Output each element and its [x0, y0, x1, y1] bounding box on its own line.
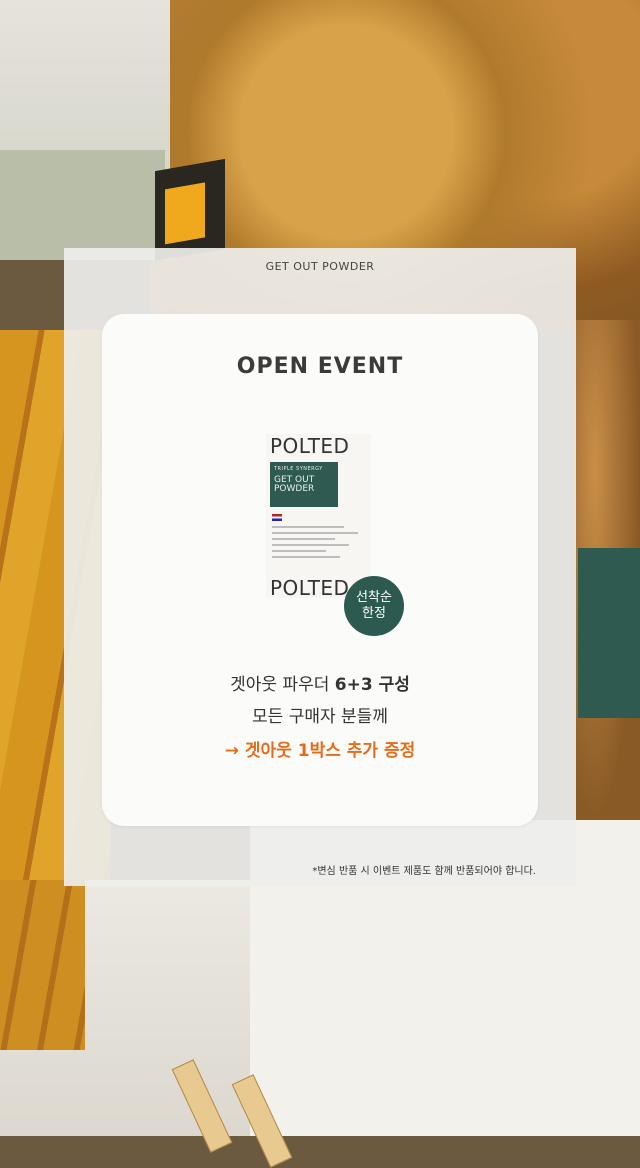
event-line-1: 겟아웃 파우더 6+3 구성 [102, 670, 538, 695]
event-title: OPEN EVENT [236, 354, 404, 379]
product-image: POLTED TRIPLE SYNERGY GET OUT POWDER POL… [266, 434, 371, 598]
product-brand-text: POLTED [270, 434, 350, 458]
flag-icon [272, 514, 282, 521]
product-fine-print [272, 526, 362, 562]
event-line-1-bold: 6+3 구성 [334, 675, 410, 695]
brand-label: GET OUT POWDER [265, 260, 375, 273]
fries-bottom-image [0, 880, 85, 1050]
product-label-small: TRIPLE SYNERGY [274, 466, 323, 472]
product-brand-bottom-text: POLTED [270, 576, 350, 598]
event-panel: GET OUT POWDER OPEN EVENT POLTED TRIPLE … [64, 248, 576, 886]
green-pack-image [578, 548, 640, 718]
sticks-image [171, 1055, 310, 1168]
box-inner-image [0, 150, 165, 260]
event-card: OPEN EVENT POLTED TRIPLE SYNERGY GET OUT… [102, 314, 538, 826]
event-line-3: → 겟아웃 1박스 추가 증정 [224, 741, 416, 761]
product-label: TRIPLE SYNERGY GET OUT POWDER [270, 462, 338, 507]
package-label-image [155, 158, 225, 262]
event-line-2: 모든 구매자 분들께 [252, 707, 388, 727]
product-label-big: GET OUT POWDER [274, 475, 315, 494]
footnote: *변심 반품 시 이벤트 제품도 함께 반품되어야 합니다. [312, 866, 536, 877]
limited-badge: 선착순 한정 [344, 576, 404, 636]
event-line-1-prefix: 겟아웃 파우더 [230, 675, 335, 695]
